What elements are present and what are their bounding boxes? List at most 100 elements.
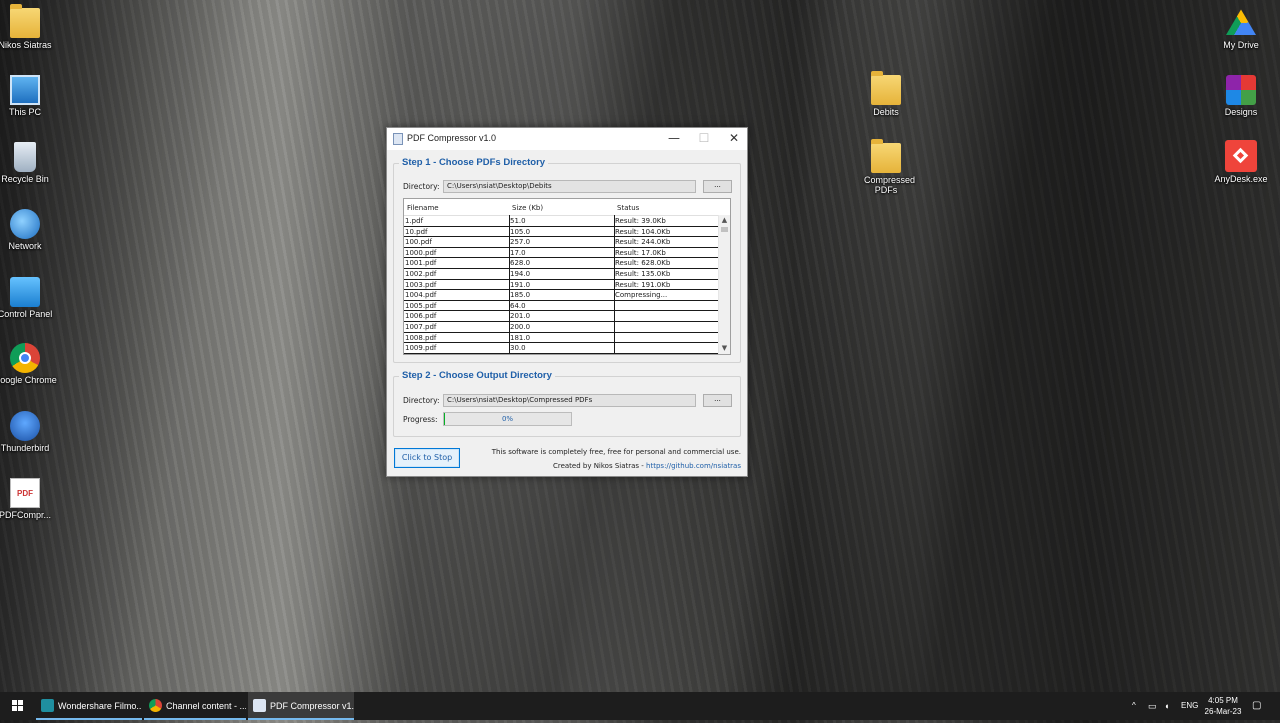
desktop-icon-this-pc[interactable]: This PC: [0, 75, 57, 117]
desktop-icon-designs[interactable]: Designs: [1209, 75, 1273, 117]
table-row[interactable]: 1006.pdf 201.0: [404, 311, 730, 322]
cell-status: Result: 191.0Kb: [615, 280, 671, 289]
cell-status: Compressing...: [615, 291, 668, 300]
desktop-icon-label: Control Panel: [0, 309, 53, 319]
desktop-icon-pdf-compressor[interactable]: PDF PDFCompr...: [0, 478, 57, 520]
column-status[interactable]: Status: [617, 204, 639, 212]
input-directory-field[interactable]: C:\Users\nsiat\Desktop\Debits: [443, 180, 696, 193]
close-button[interactable]: ✕: [719, 128, 749, 150]
network-icon: [10, 209, 40, 239]
chrome-icon: [10, 343, 40, 373]
file-list-table[interactable]: Filename Size (Kb) Status 1.pdf 51.0 Resul…: [403, 198, 731, 355]
desktop-icon-user-folder[interactable]: Nikos Siatras: [0, 4, 57, 50]
desktop-icon-compressed-pdfs[interactable]: Compressed PDFs: [854, 139, 918, 195]
table-row[interactable]: 1005.pdf 64.0: [404, 301, 730, 312]
column-divider: [509, 215, 510, 354]
stop-button[interactable]: Click to Stop: [394, 448, 460, 468]
recycle-bin-icon: [14, 142, 36, 172]
cell-size: 201.0: [510, 312, 531, 321]
table-row[interactable]: 1001.pdf 628.0 Result: 628.0Kb: [404, 258, 730, 269]
desktop-icon-thunderbird[interactable]: Thunderbird: [0, 411, 57, 453]
cell-size: 194.0: [510, 269, 531, 278]
table-row[interactable]: 1008.pdf 181.0: [404, 333, 730, 344]
github-link[interactable]: https://github.com/nsiatras: [646, 462, 741, 470]
cell-filename: 1006.pdf: [405, 312, 437, 321]
cell-size: 30.0: [510, 344, 526, 353]
column-filename[interactable]: Filename: [407, 204, 439, 212]
table-row[interactable]: 1.pdf 51.0 Result: 39.0Kb: [404, 216, 730, 227]
desktop-icon-my-drive[interactable]: My Drive: [1209, 8, 1273, 50]
step1-legend: Step 1 - Choose PDFs Directory: [399, 157, 549, 168]
cell-filename: 100.pdf: [405, 238, 432, 247]
license-note: This software is completely free, free f…: [491, 448, 741, 456]
title-bar[interactable]: PDF Compressor v1.0 — ☐ ✕: [387, 128, 747, 150]
cell-status: Result: 39.0Kb: [615, 217, 666, 225]
scroll-up-icon[interactable]: ▲: [719, 215, 730, 226]
taskbar-item-chrome[interactable]: Channel content - ...: [144, 692, 246, 720]
table-row[interactable]: 1004.pdf 185.0 Compressing...: [404, 290, 730, 301]
language-indicator[interactable]: ENG: [1181, 692, 1198, 720]
credits-prefix: Created by Nikos Siatras -: [552, 462, 647, 470]
pdf-compressor-window: PDF Compressor v1.0 — ☐ ✕ Step 1 - Choos…: [386, 127, 748, 477]
table-row[interactable]: 1009.pdf 30.0: [404, 343, 730, 354]
this-pc-icon: [10, 75, 40, 105]
cell-filename: 1001.pdf: [405, 259, 437, 268]
google-drive-icon: [1226, 9, 1256, 35]
scroll-down-icon[interactable]: ▼: [719, 343, 730, 354]
pdf-compressor-icon: [253, 699, 266, 712]
clock-date: 26-Mar-23: [1204, 707, 1242, 716]
taskbar-item-filmora[interactable]: Wondershare Filmo...: [36, 692, 142, 720]
taskbar-item-pdf-compressor[interactable]: PDF Compressor v1.0: [248, 692, 354, 720]
cell-size: 64.0: [510, 301, 526, 310]
file-list-header: Filename Size (Kb) Status: [404, 199, 730, 216]
anydesk-icon: [1225, 140, 1257, 172]
desktop-icon-label: Compressed PDFs: [864, 175, 916, 195]
desktop-icon-control-panel[interactable]: Control Panel: [0, 277, 57, 319]
volume-tray-icon[interactable]: ◖: [1164, 692, 1169, 720]
desktop-icon-network[interactable]: Network: [0, 209, 57, 251]
cell-size: 257.0: [510, 238, 531, 247]
browse-output-button[interactable]: ...: [703, 394, 732, 407]
credits-note: Created by Nikos Siatras - https://githu…: [553, 462, 741, 470]
network-tray-icon[interactable]: ▭: [1148, 692, 1157, 720]
file-list-rows: 1.pdf 51.0 Result: 39.0Kb 10.pdf 105.0 Result…: [404, 216, 730, 354]
desktop-icon-recycle-bin[interactable]: Recycle Bin: [0, 142, 57, 184]
clock[interactable]: 4:05 PM 26-Mar-23: [1202, 695, 1244, 723]
thunderbird-icon: [10, 411, 40, 441]
column-size[interactable]: Size (Kb): [512, 204, 543, 212]
desktop-icon-debits[interactable]: Debits: [854, 71, 918, 117]
pdf-compressor-icon: PDF: [10, 478, 40, 508]
vertical-scrollbar[interactable]: ▲ ▼: [718, 215, 730, 354]
cell-filename: 1003.pdf: [405, 280, 437, 289]
window-title: PDF Compressor v1.0: [407, 133, 497, 143]
notifications-icon[interactable]: ▢: [1252, 692, 1261, 720]
table-row[interactable]: 10.pdf 105.0 Result: 104.0Kb: [404, 227, 730, 238]
progress-label: Progress:: [403, 415, 438, 424]
output-directory-field[interactable]: C:\Users\nsiat\Desktop\Compressed PDFs: [443, 394, 696, 407]
tray-chevron-icon[interactable]: ^: [1132, 692, 1136, 720]
maximize-button[interactable]: ☐: [689, 128, 719, 150]
app-icon: [393, 133, 403, 145]
table-row[interactable]: 1002.pdf 194.0 Result: 135.0Kb: [404, 269, 730, 280]
table-row[interactable]: 1003.pdf 191.0 Result: 191.0Kb: [404, 280, 730, 291]
table-row[interactable]: 1007.pdf 200.0: [404, 322, 730, 333]
scroll-thumb[interactable]: [721, 227, 728, 232]
desktop-icon-chrome[interactable]: Google Chrome: [0, 343, 57, 385]
step2-group: Step 2 - Choose Output Directory Directo…: [393, 370, 741, 437]
designs-icon: [1226, 75, 1256, 105]
desktop-icon-label: Designs: [1224, 107, 1258, 117]
table-row[interactable]: 1000.pdf 17.0 Result: 17.0Kb: [404, 248, 730, 259]
cell-filename: 1009.pdf: [405, 344, 437, 353]
browse-input-button[interactable]: ...: [703, 180, 732, 193]
cell-filename: 1005.pdf: [405, 301, 437, 310]
table-row[interactable]: 100.pdf 257.0 Result: 244.0Kb: [404, 237, 730, 248]
filmora-icon: [41, 699, 54, 712]
cell-filename: 1000.pdf: [405, 248, 437, 257]
desktop-icon-label: AnyDesk.exe: [1214, 174, 1268, 184]
cell-filename: 10.pdf: [405, 227, 428, 236]
minimize-button[interactable]: —: [659, 128, 689, 150]
column-divider: [614, 215, 615, 354]
start-button[interactable]: [0, 692, 34, 720]
output-directory-label: Directory:: [403, 396, 440, 405]
desktop-icon-anydesk[interactable]: AnyDesk.exe: [1209, 140, 1273, 184]
